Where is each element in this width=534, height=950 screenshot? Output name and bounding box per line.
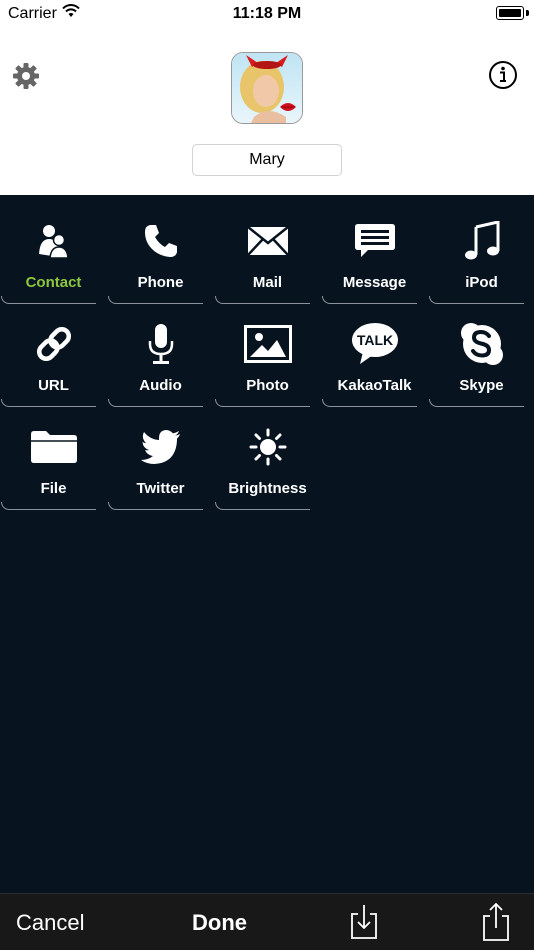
photo-icon (243, 325, 292, 363)
cancel-button[interactable]: Cancel (16, 910, 84, 936)
grid-item-label: Contact (25, 274, 82, 291)
contact-icon (38, 225, 69, 259)
grid-item-label: Mail (252, 274, 283, 291)
divider (1, 502, 96, 510)
avatar-photo (232, 53, 302, 123)
grid-item-kakaotalk[interactable]: TALK KakaoTalk (321, 298, 428, 407)
clock: 11:18 PM (232, 5, 302, 22)
music-note-icon (464, 221, 499, 260)
link-icon (36, 326, 71, 362)
done-button[interactable]: Done (192, 910, 247, 936)
grid-item-label: Message (342, 274, 407, 291)
mail-icon (246, 226, 289, 256)
grid-item-contact[interactable]: Contact (0, 195, 107, 304)
twitter-bird-icon (140, 430, 180, 464)
header: Mary (0, 28, 534, 195)
share-icon[interactable] (481, 902, 511, 942)
grid-item-photo[interactable]: Photo (214, 298, 321, 407)
grid-item-skype[interactable]: Skype (428, 298, 534, 407)
divider (429, 399, 524, 407)
sun-icon (249, 428, 286, 466)
grid-item-label: Photo (246, 377, 289, 394)
phone-icon (144, 225, 177, 257)
skype-icon (460, 323, 503, 365)
grid-item-phone[interactable]: Phone (107, 195, 214, 304)
bottom-toolbar: Cancel Done (0, 893, 534, 950)
divider (215, 502, 310, 510)
grid-item-audio[interactable]: Audio (107, 298, 214, 407)
grid-item-label: Audio (139, 377, 182, 394)
grid-item-twitter[interactable]: Twitter (107, 401, 214, 510)
grid-item-mail[interactable]: Mail (214, 195, 321, 304)
grid-item-brightness[interactable]: Brightness (214, 401, 321, 510)
grid-item-label: Brightness (228, 480, 307, 497)
status-bar: Carrier 11:18 PM (0, 0, 534, 28)
name-field[interactable]: Mary (192, 144, 342, 176)
kakaotalk-icon-text: TALK (356, 332, 392, 348)
grid-item-label: URL (38, 377, 69, 394)
folder-icon (30, 431, 77, 463)
message-icon (354, 224, 395, 257)
download-icon[interactable] (349, 904, 379, 940)
divider (322, 399, 417, 407)
grid-item-label: File (40, 480, 67, 497)
grid-item-label: Phone (137, 274, 184, 291)
grid-item-file[interactable]: File (0, 401, 107, 510)
info-icon[interactable] (487, 59, 519, 91)
avatar[interactable] (231, 52, 303, 124)
microphone-icon (148, 324, 173, 364)
grid-item-label: iPod (465, 274, 498, 291)
grid-item-ipod[interactable]: iPod (428, 195, 534, 304)
grid-item-label: Twitter (136, 480, 185, 497)
grid-item-label: KakaoTalk (337, 377, 412, 394)
gear-icon[interactable] (11, 61, 41, 91)
grid-item-message[interactable]: Message (321, 195, 428, 304)
divider (108, 502, 203, 510)
grid-item-label: Skype (459, 377, 504, 394)
kakaotalk-icon: TALK (351, 323, 398, 364)
battery-icon (496, 6, 524, 20)
battery-tip (526, 10, 529, 16)
grid-item-url[interactable]: URL (0, 298, 107, 407)
